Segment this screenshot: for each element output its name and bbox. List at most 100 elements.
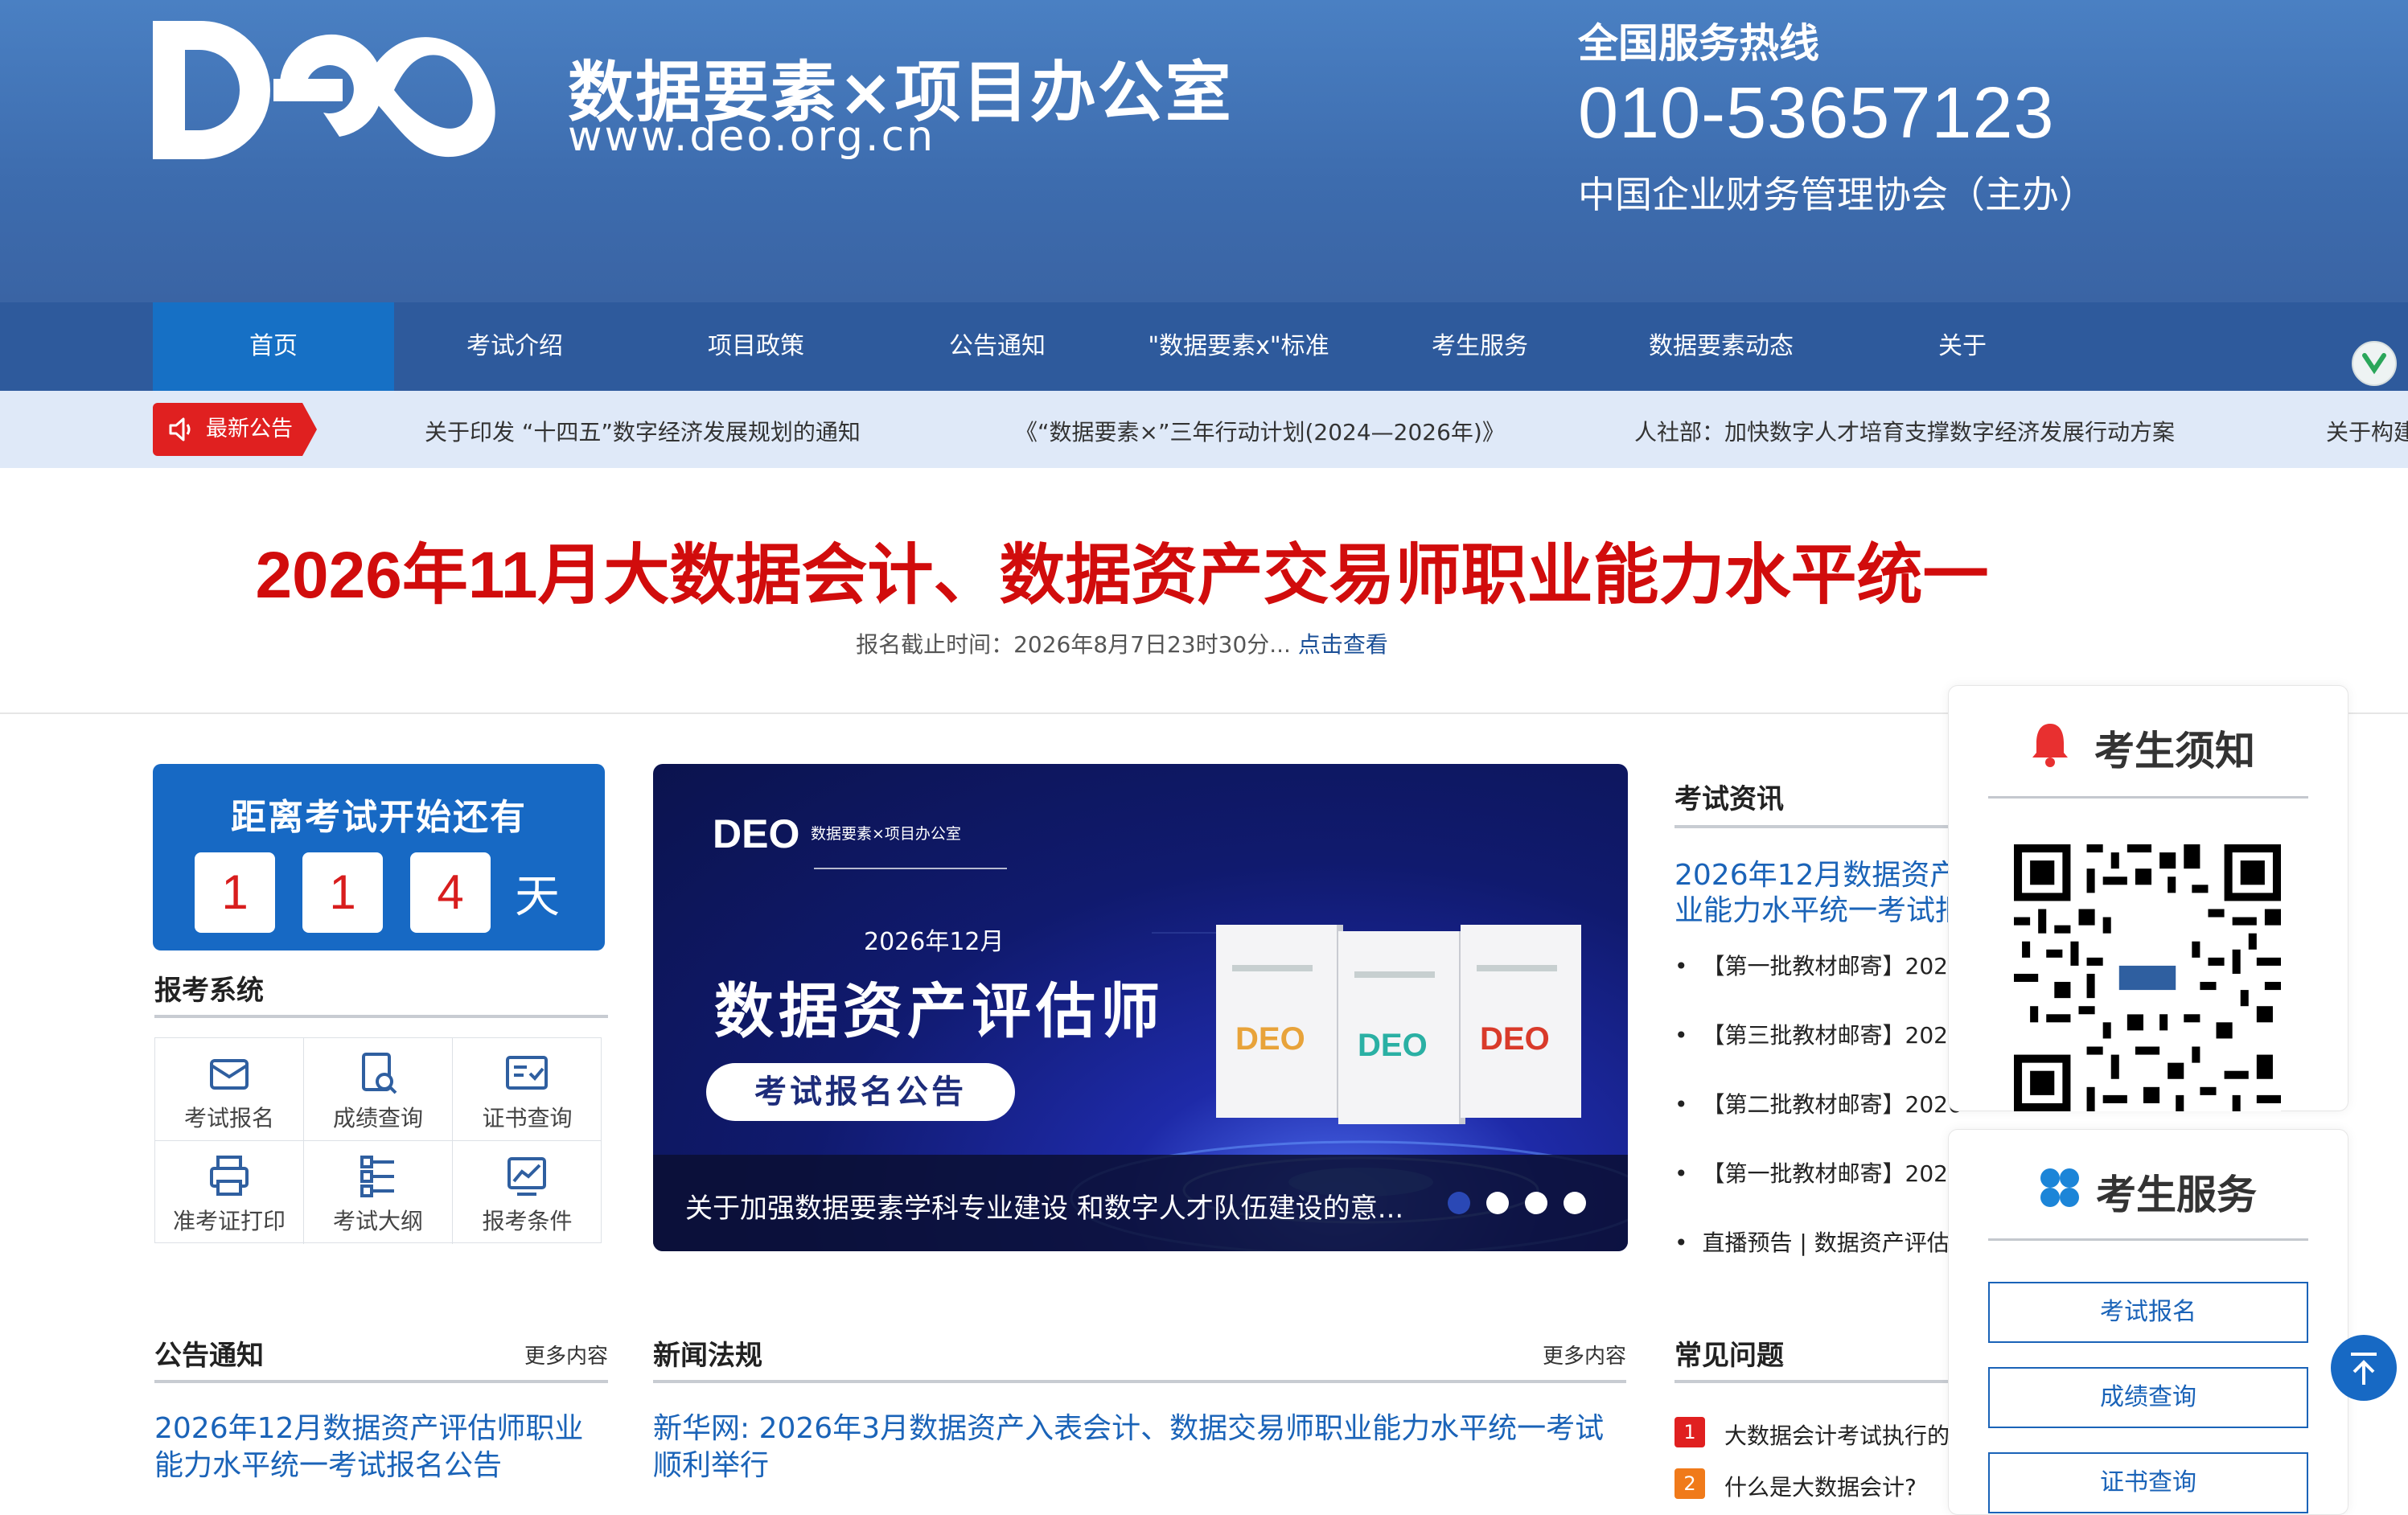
admission-ticket-label: 准考证打印 [172, 1208, 286, 1234]
printer-icon [210, 1156, 249, 1196]
faq-title: 常见问题 [1675, 1340, 1784, 1372]
carousel-dot[interactable] [1525, 1192, 1547, 1214]
exam-system-title: 报考系统 [154, 975, 264, 1007]
exam-outline-button[interactable]: 考试大纲 [304, 1141, 453, 1244]
banner-title: 数据资产评估师 [714, 977, 1165, 1046]
certificate-query-button[interactable]: 证书查询 [453, 1038, 602, 1141]
countdown-digit: 1 [195, 852, 275, 933]
section-underline [653, 1380, 1626, 1383]
deadline-line: 报名截止时间：2026年8月7日23时30分... 点击查看 [0, 627, 2244, 659]
y-badge-icon[interactable] [2352, 341, 2397, 386]
panel-underline [1988, 1238, 2308, 1241]
bell-icon [2032, 724, 2068, 767]
ticker-item[interactable]: 《“数据要素×”三年行动计划(2024—2026年)》 [1015, 415, 1505, 447]
banner-caption[interactable]: 关于加强数据要素学科专业建设 和数字人才队伍建设的意... [685, 1186, 1441, 1226]
notice-lead-link[interactable]: 2026年12月数据资产评估师职业能力水平统一考试报名公告 [154, 1410, 605, 1484]
ticker-item[interactable]: 关于印发 “十四五”数字经济发展规划的通知 [425, 415, 861, 447]
exam-news-item[interactable]: 【第一批教材邮寄】2026 [1675, 1156, 1962, 1189]
chart-board-icon [507, 1157, 546, 1196]
exam-register-label: 考试报名 [183, 1105, 274, 1131]
ticker-item[interactable]: 关于构建 [2326, 415, 2408, 447]
certificate-query-label: 证书查询 [482, 1105, 573, 1131]
deadline-text: 报名截止时间：2026年8月7日23时30分... [856, 631, 1291, 658]
headline-title[interactable]: 2026年11月大数据会计、数据资产交易师职业能力水平统一 [0, 521, 2244, 617]
exam-news-item[interactable]: 【第三批教材邮寄】2026 [1675, 1018, 1962, 1050]
countdown-digit: 1 [302, 852, 383, 933]
envelope-icon [210, 1059, 249, 1090]
back-to-top-button[interactable] [2331, 1335, 2397, 1401]
certificate-icon [506, 1056, 548, 1090]
book-logo-teal: DEO [1358, 1028, 1428, 1063]
candidate-notice-title: 考生须知 [2094, 728, 2255, 774]
faq-number-badge: 2 [1675, 1468, 1705, 1499]
carousel-dot[interactable] [1448, 1192, 1470, 1214]
faq-item[interactable]: 大数据会计考试执行的 [1724, 1419, 1950, 1451]
ticker-item[interactable]: 人社部：加快数字人才培育支撑数字经济发展行动方案 [1634, 415, 2175, 447]
document-search-icon [362, 1053, 397, 1094]
service-exam-register-button[interactable]: 考试报名 [1988, 1282, 2308, 1343]
banner-subtitle: 考试报名公告 [706, 1063, 1015, 1121]
countdown-unit: 天 [515, 871, 560, 923]
latest-notice-label: 最新公告 [206, 417, 293, 441]
banner-brand: 数据要素×项目办公室 [811, 825, 961, 843]
nav-item-policy[interactable]: 项目政策 [635, 302, 877, 391]
speaker-icon [169, 417, 191, 441]
book-logo-yellow: DEO [1235, 1021, 1305, 1057]
section-underline [154, 1380, 608, 1383]
section-underline [1675, 1380, 1964, 1383]
carousel-dot[interactable] [1486, 1192, 1509, 1214]
exam-system-grid: 考试报名 成绩查询 证书查询 准考证打印 考试大纲 报考条件 [154, 1037, 602, 1244]
nav-item-exam-intro[interactable]: 考试介绍 [394, 302, 635, 391]
nav-item-candidate-service[interactable]: 考生服务 [1359, 302, 1601, 391]
candidate-service-title: 考生服务 [2096, 1172, 2257, 1218]
exam-conditions-label: 报考条件 [482, 1208, 573, 1234]
faq-number-badge: 1 [1675, 1417, 1705, 1447]
banner-date: 2026年12月 [864, 928, 1005, 956]
qr-code-image[interactable] [2014, 844, 2281, 1111]
service-score-query-button[interactable]: 成绩查询 [1988, 1367, 2308, 1428]
section-underline [1675, 825, 1964, 828]
host-organization: 中国企业财务管理协会（主办） [1578, 173, 2096, 216]
exam-news-lead-link-line2[interactable]: 业能力水平统一考试报 [1675, 893, 1964, 930]
notice-more-link[interactable]: 更多内容 [524, 1340, 608, 1369]
hotline-label: 全国服务热线 [1578, 20, 1819, 67]
nav-item-notices[interactable]: 公告通知 [877, 302, 1118, 391]
nav-item-standard[interactable]: "数据要素x"标准 [1118, 302, 1359, 391]
clover-icon [2040, 1168, 2079, 1207]
nav-item-dynamics[interactable]: 数据要素动态 [1601, 302, 1842, 391]
carousel-dot[interactable] [1564, 1192, 1586, 1214]
arrow-up-icon [2351, 1353, 2377, 1385]
view-details-link[interactable]: 点击查看 [1298, 631, 1388, 658]
news-laws-more-link[interactable]: 更多内容 [1543, 1340, 1626, 1369]
service-certificate-query-button[interactable]: 证书查询 [1988, 1452, 2308, 1513]
exam-news-item[interactable]: 直播预告 | 数据资产评估师 [1675, 1226, 1972, 1258]
hotline-number: 010-53657123 [1578, 73, 2055, 154]
exam-news-title: 考试资讯 [1675, 783, 1784, 815]
notice-title: 公告通知 [154, 1340, 264, 1372]
news-laws-title: 新闻法规 [653, 1340, 762, 1372]
news-laws-lead-link[interactable]: 新华网: 2026年3月数据资产入表会计、数据交易师职业能力水平统一考试顺利举行 [653, 1410, 1626, 1484]
site-url: www.deo.org.cn [568, 113, 936, 161]
banner-logo: DEO [713, 811, 800, 856]
exam-news-item[interactable]: 【第二批教材邮寄】2026 [1675, 1087, 1962, 1119]
exam-news-lead-link-line1[interactable]: 2026年12月数据资产 [1675, 857, 1958, 894]
admission-ticket-button[interactable]: 准考证打印 [155, 1141, 304, 1244]
exam-conditions-button[interactable]: 报考条件 [453, 1141, 602, 1244]
nav-item-home[interactable]: 首页 [153, 302, 394, 391]
nav-item-about[interactable]: 关于 [1842, 302, 2083, 391]
exam-register-button[interactable]: 考试报名 [155, 1038, 304, 1141]
countdown-digit: 4 [410, 852, 491, 933]
exam-outline-label: 考试大纲 [332, 1208, 423, 1234]
exam-news-item[interactable]: 【第一批教材邮寄】2026 [1675, 949, 1962, 981]
promo-banner[interactable]: DEO 数据要素×项目办公室 2026年12月 数据资产评估师 考试报名公告 D… [653, 764, 1628, 1251]
book-logo-red: DEO [1480, 1021, 1550, 1057]
section-underline [154, 1015, 608, 1018]
deo-logo[interactable] [153, 18, 539, 162]
score-query-label: 成绩查询 [332, 1105, 423, 1131]
latest-notice-badge: 最新公告 [153, 403, 317, 456]
faq-item[interactable]: 什么是大数据会计? [1724, 1470, 1917, 1502]
panel-underline [1988, 796, 2308, 799]
countdown-title: 距离考试开始还有 [231, 797, 527, 838]
score-query-button[interactable]: 成绩查询 [304, 1038, 453, 1141]
outline-list-icon [360, 1156, 394, 1197]
